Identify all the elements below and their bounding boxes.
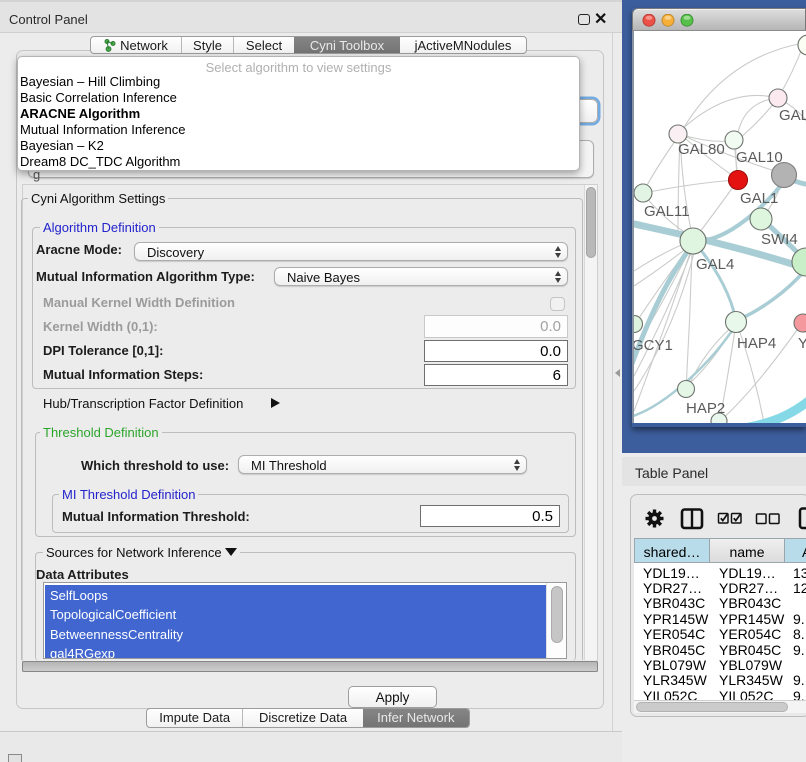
svg-text:GAL80: GAL80 — [678, 141, 725, 158]
svg-text:SWI4: SWI4 — [761, 231, 798, 248]
svg-text:HAP4: HAP4 — [737, 335, 776, 352]
svg-text:GCY1: GCY1 — [634, 337, 673, 354]
svg-text:GAL10: GAL10 — [736, 149, 783, 166]
svg-text:GAL4: GAL4 — [696, 256, 734, 273]
svg-text:Y: Y — [798, 335, 806, 352]
svg-text:HAP2: HAP2 — [686, 400, 725, 417]
svg-text:GAL11: GAL11 — [644, 203, 690, 220]
svg-text:GAL1: GAL1 — [740, 190, 778, 207]
svg-text:GAL7: GAL7 — [779, 107, 806, 124]
